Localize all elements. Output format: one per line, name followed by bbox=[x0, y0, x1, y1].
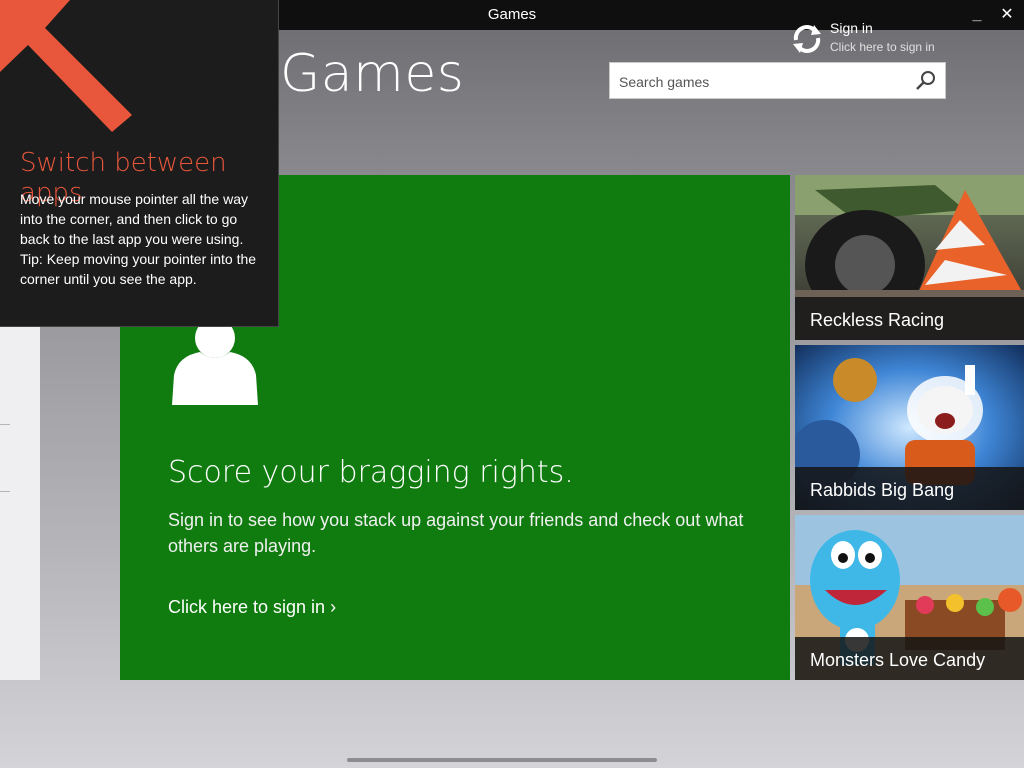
sync-icon bbox=[793, 25, 821, 53]
switch-apps-tip: Switch between apps Move your mouse poin… bbox=[0, 0, 279, 327]
horizontal-scrollbar[interactable] bbox=[347, 758, 657, 762]
game-tile-monsters-love-candy[interactable]: Monsters Love Candy bbox=[795, 515, 1024, 680]
game-title: Monsters Love Candy bbox=[810, 650, 986, 670]
close-button[interactable]: ✕ bbox=[992, 2, 1022, 28]
minimize-button[interactable]: _ bbox=[962, 2, 992, 28]
divider bbox=[0, 424, 10, 425]
game-title: Reckless Racing bbox=[810, 310, 945, 330]
divider bbox=[0, 491, 10, 492]
page-title: Games bbox=[280, 44, 465, 104]
tip-hint: Tip: Keep moving your pointer into the c… bbox=[20, 251, 257, 287]
search-box bbox=[609, 62, 946, 100]
game-tile-reckless-racing[interactable]: Reckless Racing bbox=[795, 175, 1024, 340]
arrow-up-left-icon bbox=[0, 0, 132, 132]
sign-in-subtitle: Click here to sign in bbox=[830, 40, 935, 54]
hero-description: Sign in to see how you stack up against … bbox=[168, 510, 744, 556]
sign-in-link[interactable]: Click here to sign in › bbox=[168, 597, 336, 618]
search-input[interactable] bbox=[610, 63, 911, 100]
sign-in-title: Sign in bbox=[830, 20, 873, 36]
search-icon[interactable] bbox=[915, 70, 937, 92]
tip-body: Move your mouse pointer all the way into… bbox=[20, 189, 265, 289]
game-title: Rabbids Big Bang bbox=[810, 480, 955, 500]
hero-headline: Score your bragging rights. bbox=[168, 455, 574, 490]
tip-instruction: Move your mouse pointer all the way into… bbox=[20, 191, 248, 247]
left-panel bbox=[0, 326, 40, 680]
game-tile-rabbids-big-bang[interactable]: Rabbids Big Bang bbox=[795, 345, 1024, 510]
sign-in-button[interactable]: Sign in Click here to sign in bbox=[790, 20, 960, 60]
person-icon bbox=[172, 320, 258, 405]
